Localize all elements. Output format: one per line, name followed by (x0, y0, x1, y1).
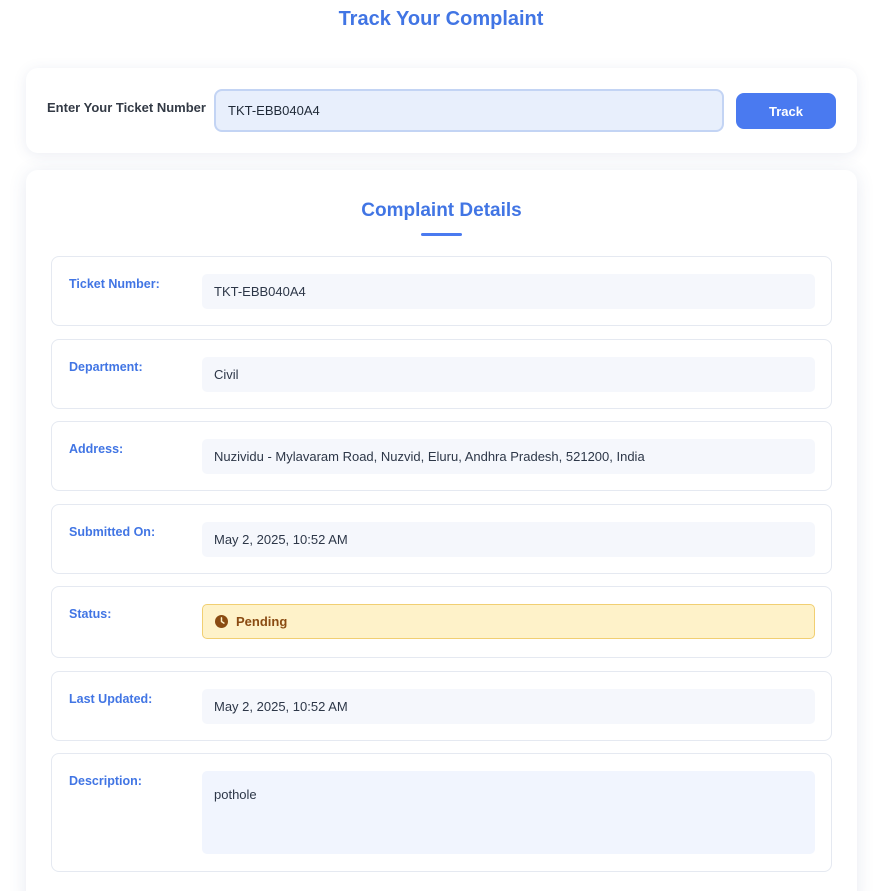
details-title: Complaint Details (361, 200, 522, 221)
status-label: Status: (69, 607, 112, 621)
last-updated-value: May 2, 2025, 10:52 AM (202, 689, 815, 724)
search-card: Enter Your Ticket Number Track (26, 68, 857, 153)
status-badge: Pending (202, 604, 815, 639)
description-value: pothole (202, 771, 815, 854)
detail-row-last-updated: Last Updated: May 2, 2025, 10:52 AM (51, 671, 832, 741)
detail-row-department: Department: Civil (51, 339, 832, 409)
clock-icon (215, 615, 228, 628)
complaint-details-card: Complaint Details Ticket Number: TKT-EBB… (26, 170, 857, 891)
detail-row-submitted-on: Submitted On: May 2, 2025, 10:52 AM (51, 504, 832, 574)
ticket-number-input[interactable] (214, 89, 724, 132)
ticket-number-label: Enter Your Ticket Number (47, 100, 206, 115)
description-label: Description: (69, 774, 142, 788)
department-value: Civil (202, 357, 815, 392)
page-title: Track Your Complaint (338, 8, 544, 30)
submitted-on-label: Submitted On: (69, 525, 156, 539)
track-button[interactable]: Track (736, 93, 836, 129)
ticket-number-value: TKT-EBB040A4 (202, 274, 815, 309)
detail-row-description: Description: pothole (51, 753, 832, 872)
address-label: Address: (69, 442, 124, 456)
department-label: Department: (69, 360, 143, 374)
status-text: Pending (236, 614, 288, 629)
submitted-on-value: May 2, 2025, 10:52 AM (202, 522, 815, 557)
title-underline (421, 233, 462, 236)
detail-row-status: Status: Pending (51, 586, 832, 658)
ticket-number-label: Ticket Number: (69, 277, 160, 291)
detail-row-address: Address: Nuzividu - Mylavaram Road, Nuzv… (51, 421, 832, 491)
address-value: Nuzividu - Mylavaram Road, Nuzvid, Eluru… (202, 439, 815, 474)
last-updated-label: Last Updated: (69, 692, 153, 706)
detail-row-ticket-number: Ticket Number: TKT-EBB040A4 (51, 256, 832, 326)
